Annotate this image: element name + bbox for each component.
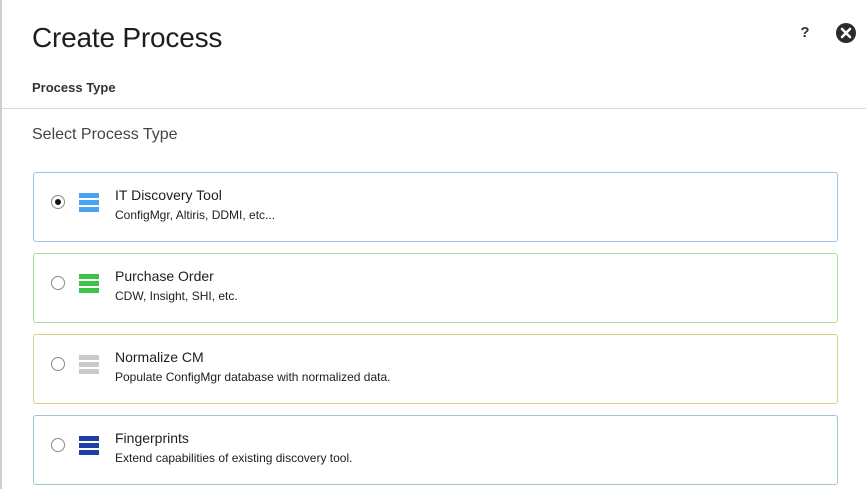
close-icon[interactable] [835, 22, 857, 44]
option-description: CDW, Insight, SHI, etc. [115, 289, 238, 303]
dialog-title: Create Process [32, 22, 223, 53]
option-radio[interactable] [51, 195, 65, 209]
option-radio[interactable] [51, 357, 65, 371]
stack-icon [79, 436, 99, 456]
option-radio[interactable] [51, 276, 65, 290]
section-heading: Select Process Type [32, 126, 178, 143]
stack-icon [79, 355, 99, 375]
option-fingerprints[interactable]: Fingerprints Extend capabilities of exis… [33, 415, 838, 485]
option-title: Fingerprints [115, 430, 189, 446]
option-purchase-order[interactable]: Purchase Order CDW, Insight, SHI, etc. [33, 253, 838, 323]
option-title: Purchase Order [115, 268, 214, 284]
divider [2, 108, 866, 109]
stack-icon [79, 193, 99, 213]
option-description: ConfigMgr, Altiris, DDMI, etc... [115, 208, 276, 222]
option-normalize-cm[interactable]: Normalize CM Populate ConfigMgr database… [33, 334, 838, 404]
stack-icon [79, 274, 99, 294]
option-title: Normalize CM [115, 349, 204, 365]
option-it-discovery-tool[interactable]: IT Discovery Tool ConfigMgr, Altiris, DD… [33, 172, 838, 242]
create-process-dialog: Create Process ? Process Type Select Pro… [0, 0, 866, 489]
option-description: Extend capabilities of existing discover… [115, 451, 353, 465]
help-icon[interactable]: ? [798, 23, 812, 43]
step-label: Process Type [32, 80, 116, 95]
option-description: Populate ConfigMgr database with normali… [115, 370, 391, 384]
option-title: IT Discovery Tool [115, 187, 222, 203]
option-radio[interactable] [51, 438, 65, 452]
